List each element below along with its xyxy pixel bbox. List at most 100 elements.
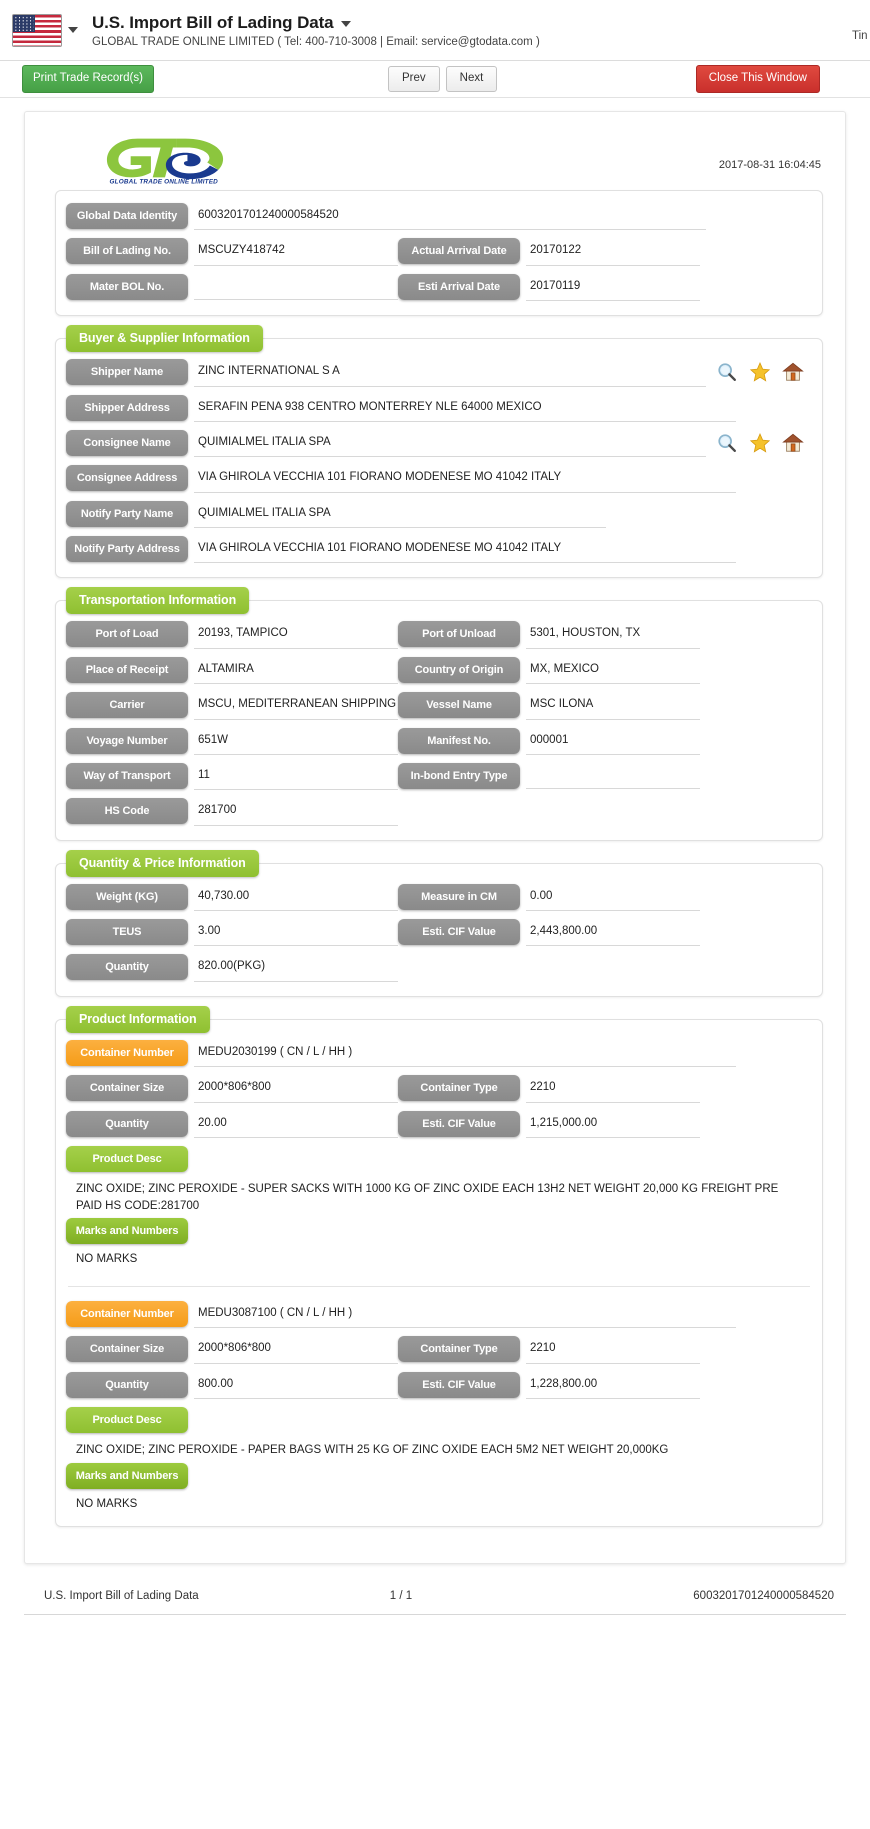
window-header: U.S. Import Bill of Lading Data GLOBAL T…	[0, 0, 870, 61]
in-bond-entry-type-label: In-bond Entry Type	[398, 762, 520, 789]
container-type-value: 2210	[526, 1075, 700, 1103]
transport-row-voyage: Voyage Number 651W Manifest No. 000001	[66, 727, 812, 755]
container-cif-label: Esti. CIF Value	[398, 1371, 520, 1398]
container-quantity-value: 800.00	[194, 1372, 398, 1400]
product-desc-value: ZINC OXIDE; ZINC PEROXIDE - SUPER SACKS …	[76, 1182, 779, 1212]
transport-row-receipt: Place of Receipt ALTAMIRA Country of Ori…	[66, 656, 812, 685]
product-desc-value: ZINC OXIDE; ZINC PEROXIDE - PAPER BAGS W…	[76, 1444, 669, 1457]
print-trade-records-button[interactable]: Print Trade Record(s)	[22, 65, 154, 93]
next-button[interactable]: Next	[445, 66, 498, 92]
actual-arrival-date-value: 20170122	[526, 238, 700, 266]
container-quantity-label: Quantity	[66, 1110, 188, 1137]
svg-text:GLOBAL TRADE ONLINE LIMITED: GLOBAL TRADE ONLINE LIMITED	[110, 179, 219, 186]
way-of-transport-label: Way of Transport	[66, 762, 188, 789]
container-divider	[68, 1285, 810, 1287]
hs-code-value: 281700	[194, 798, 398, 826]
notify-party-name-row: Notify Party Name QUIMIALMEL ITALIA SPA	[66, 500, 812, 528]
container-type-label: Container Type	[398, 1336, 520, 1363]
container-cif-value: 1,228,800.00	[526, 1372, 700, 1400]
transportation-legend: Transportation Information	[66, 587, 250, 615]
home-icon[interactable]	[782, 361, 804, 383]
shipper-address-row: Shipper Address SERAFIN PENA 938 CENTRO …	[66, 394, 812, 422]
qp-row-quantity: Quantity 820.00(PKG)	[66, 954, 812, 982]
vessel-name-value: MSC ILONA	[526, 692, 700, 720]
quantity-value: 820.00(PKG)	[194, 954, 398, 982]
home-icon[interactable]	[782, 432, 804, 454]
teus-value: 3.00	[194, 919, 398, 947]
identity-panel: Global Data Identity 6003201701240000584…	[55, 190, 823, 317]
consignee-name-row: Consignee Name QUIMIALMEL ITALIA SPA	[66, 429, 812, 458]
transportation-panel: Transportation Information Port of Load …	[55, 587, 823, 841]
voyage-number-label: Voyage Number	[66, 727, 188, 754]
bill-of-lading-no-value: MSCUZY418742	[194, 238, 398, 266]
mater-bol-no-label: Mater BOL No.	[66, 273, 188, 300]
marks-and-numbers-label: Marks and Numbers	[66, 1462, 188, 1489]
container-block: Container Number MEDU2030199 ( CN / L / …	[66, 1039, 812, 1270]
place-of-receipt-value: ALTAMIRA	[194, 657, 398, 685]
consignee-address-row: Consignee Address VIA GHIROLA VECCHIA 10…	[66, 465, 812, 493]
container-number-row: Container Number MEDU2030199 ( CN / L / …	[66, 1039, 812, 1068]
page-title-text: U.S. Import Bill of Lading Data	[92, 12, 334, 32]
container-number-label: Container Number	[66, 1300, 188, 1327]
star-icon[interactable]	[749, 432, 771, 454]
star-icon[interactable]	[749, 361, 771, 383]
notify-party-address-row: Notify Party Address VIA GHIROLA VECCHIA…	[66, 536, 812, 564]
esti-cif-value-label: Esti. CIF Value	[398, 919, 520, 946]
esti-cif-value-value: 2,443,800.00	[526, 919, 700, 947]
footer-page-number: 1 / 1	[389, 1590, 413, 1603]
marks-and-numbers-label: Marks and Numbers	[66, 1218, 188, 1245]
marks-and-numbers-value: NO MARKS	[76, 1497, 138, 1510]
search-icon[interactable]	[716, 432, 738, 454]
identity-row-global-id: Global Data Identity 6003201701240000584…	[66, 203, 812, 231]
sheet-header: GLOBAL TRADE ONLINE LIMITED 2017-08-31 1…	[47, 124, 823, 190]
transport-row-hs-code: HS Code 281700	[66, 798, 812, 826]
title-chevron-down-icon[interactable]	[340, 21, 351, 27]
consignee-name-label: Consignee Name	[66, 429, 188, 456]
esti-arrival-date-value: 20170119	[526, 274, 700, 302]
prev-button[interactable]: Prev	[388, 66, 440, 92]
teus-label: TEUS	[66, 919, 188, 946]
close-window-button[interactable]: Close This Window	[695, 65, 820, 93]
qp-row-weight: Weight (KG) 40,730.00 Measure in CM 0.00	[66, 883, 812, 911]
buyer-supplier-panel: Buyer & Supplier Information Shipper Nam…	[55, 325, 823, 579]
global-data-identity-label: Global Data Identity	[66, 203, 188, 230]
page-title: U.S. Import Bill of Lading Data	[92, 13, 540, 33]
product-desc-group: Product Desc ZINC OXIDE; ZINC PEROXIDE -…	[66, 1145, 812, 1218]
document-footer: U.S. Import Bill of Lading Data 1 / 1 60…	[24, 1580, 846, 1616]
port-of-load-value: 20193, TAMPICO	[194, 621, 398, 649]
container-size-value: 2000*806*800	[194, 1336, 398, 1364]
action-toolbar: Print Trade Record(s) Prev Next Close Th…	[0, 61, 870, 98]
shipper-name-label: Shipper Name	[66, 359, 188, 386]
product-desc-label: Product Desc	[66, 1407, 188, 1434]
quantity-price-panel: Quantity & Price Information Weight (KG)…	[55, 849, 823, 997]
marks-numbers-group: Marks and Numbers NO MARKS	[66, 1462, 812, 1515]
product-desc-label: Product Desc	[66, 1145, 188, 1172]
footer-record-id: 6003201701240000584520	[693, 1590, 834, 1603]
container-size-label: Container Size	[66, 1075, 188, 1102]
transport-row-port: Port of Load 20193, TAMPICO Port of Unlo…	[66, 621, 812, 649]
record-sheet: GLOBAL TRADE ONLINE LIMITED 2017-08-31 1…	[24, 111, 846, 1565]
manifest-no-value: 000001	[526, 728, 700, 755]
container-number-value: MEDU2030199 ( CN / L / HH )	[194, 1040, 736, 1068]
consignee-action-icons	[716, 432, 804, 454]
shipper-action-icons	[716, 361, 804, 383]
container-quantity-label: Quantity	[66, 1371, 188, 1398]
chevron-down-icon[interactable]	[68, 27, 78, 33]
carrier-value: MSCU, MEDITERRANEAN SHIPPING C	[194, 692, 398, 720]
country-of-origin-value: MX, MEXICO	[526, 657, 700, 685]
transport-row-transport: Way of Transport 11 In-bond Entry Type	[66, 762, 812, 791]
gto-logo: GLOBAL TRADE ONLINE LIMITED	[99, 130, 231, 186]
shipper-address-value: SERAFIN PENA 938 CENTRO MONTERREY NLE 64…	[194, 395, 736, 422]
measure-in-cm-value: 0.00	[526, 884, 700, 911]
voyage-number-value: 651W	[194, 728, 398, 755]
notify-party-address-value: VIA GHIROLA VECCHIA 101 FIORANO MODENESE…	[194, 536, 736, 564]
container-number-label: Container Number	[66, 1039, 188, 1066]
country-selector[interactable]	[12, 13, 78, 47]
search-icon[interactable]	[716, 361, 738, 383]
place-of-receipt-label: Place of Receipt	[66, 656, 188, 683]
measure-in-cm-label: Measure in CM	[398, 883, 520, 910]
shipper-name-row: Shipper Name ZINC INTERNATIONAL S A	[66, 359, 812, 387]
container-size-row: Container Size 2000*806*800 Container Ty…	[66, 1075, 812, 1103]
esti-arrival-date-label: Esti Arrival Date	[398, 273, 520, 300]
container-block: Container Number MEDU3087100 ( CN / L / …	[66, 1300, 812, 1515]
